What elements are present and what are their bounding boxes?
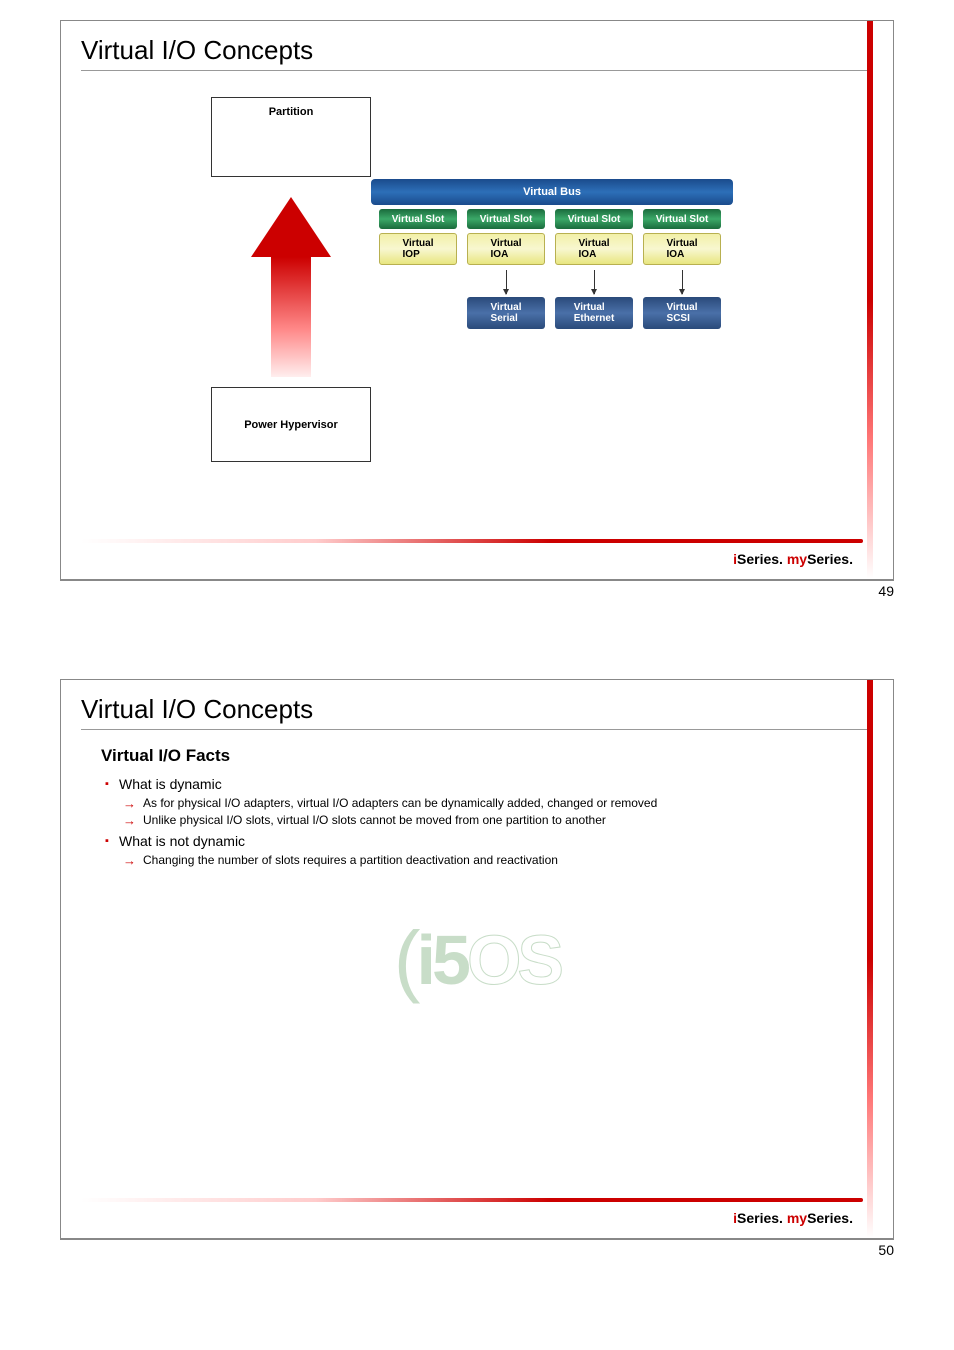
brand-series2: Series. (807, 551, 853, 567)
bullet-not-dynamic: What is not dynamic Changing the number … (119, 833, 853, 867)
sub-list-2: Changing the number of slots requires a … (119, 853, 853, 867)
i5os-logo: (i5OS (394, 914, 560, 1006)
slide-title: Virtual I/O Concepts (61, 680, 893, 729)
footer-brand: iSeries. mySeries. (733, 1210, 853, 1226)
bullet-text: What is not dynamic (119, 833, 245, 849)
page-number: 49 (60, 580, 894, 599)
page-50: Virtual I/O Concepts Virtual I/O Facts W… (0, 679, 954, 1258)
slide2-body: Virtual I/O Facts What is dynamic As for… (61, 736, 893, 1166)
virtual-ethernet: Virtual Ethernet (555, 297, 633, 329)
brand-my: my (787, 1210, 807, 1226)
up-arrow-icon (251, 197, 331, 377)
brand-my: my (787, 551, 807, 567)
hypervisor-box: Power Hypervisor (211, 387, 371, 462)
device-row: Virtual Serial Virtual Ethernet Virtual … (467, 297, 721, 329)
virtual-scsi: Virtual SCSI (643, 297, 721, 329)
brand-series: Series. (737, 551, 787, 567)
title-rule (81, 729, 873, 730)
connector-line (506, 270, 507, 294)
title-rule (81, 70, 873, 71)
partition-box: Partition (211, 97, 371, 177)
slot-row: Virtual Slot Virtual Slot Virtual Slot V… (379, 209, 721, 229)
connector-line (682, 270, 683, 294)
connector-line (594, 270, 595, 294)
virtual-iop: Virtual IOP (379, 233, 457, 265)
slide1-body: Partition Power Hypervisor Virtual Bus V… (61, 77, 893, 507)
virtual-slot: Virtual Slot (643, 209, 721, 229)
virtual-ioa: Virtual IOA (555, 233, 633, 265)
bullet-text: What is dynamic (119, 776, 222, 792)
brand-series2: Series. (807, 1210, 853, 1226)
virtual-bus: Virtual Bus (371, 179, 733, 205)
virtual-serial: Virtual Serial (467, 297, 545, 329)
vio-diagram: Partition Power Hypervisor Virtual Bus V… (101, 87, 853, 497)
brand-series: Series. (737, 1210, 787, 1226)
sub-item: Unlike physical I/O slots, virtual I/O s… (143, 813, 853, 827)
page-49: Virtual I/O Concepts Partition Power Hyp… (0, 20, 954, 599)
virtual-slot: Virtual Slot (467, 209, 545, 229)
virtual-slot: Virtual Slot (379, 209, 457, 229)
slide-1: Virtual I/O Concepts Partition Power Hyp… (60, 20, 894, 580)
bullet-dynamic: What is dynamic As for physical I/O adap… (119, 776, 853, 827)
virtual-slot: Virtual Slot (555, 209, 633, 229)
virtual-ioa: Virtual IOA (467, 233, 545, 265)
footer-rule (81, 1198, 863, 1202)
page-number-value: 49 (878, 583, 894, 599)
footer-rule (81, 539, 863, 543)
virtual-ioa: Virtual IOA (643, 233, 721, 265)
sub-item: Changing the number of slots requires a … (143, 853, 853, 867)
sub-item: As for physical I/O adapters, virtual I/… (143, 796, 853, 810)
fact-list: What is dynamic As for physical I/O adap… (101, 776, 853, 867)
slide-title: Virtual I/O Concepts (61, 21, 893, 70)
ioa-row: Virtual IOP Virtual IOA Virtual IOA Virt… (379, 233, 721, 265)
page-number: 50 (60, 1239, 894, 1258)
sub-list-1: As for physical I/O adapters, virtual I/… (119, 796, 853, 827)
page-number-value: 50 (878, 1242, 894, 1258)
section-heading: Virtual I/O Facts (101, 746, 853, 766)
footer-brand: iSeries. mySeries. (733, 551, 853, 567)
slide-2: Virtual I/O Concepts Virtual I/O Facts W… (60, 679, 894, 1239)
